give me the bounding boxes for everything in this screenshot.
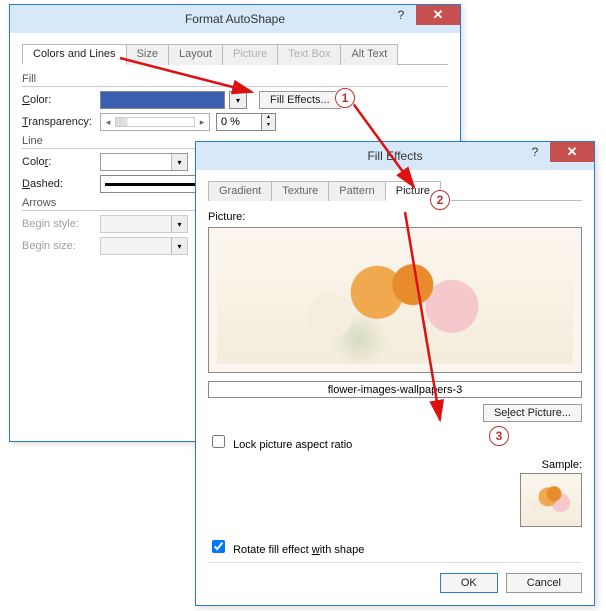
picture-label: Picture: (208, 211, 582, 223)
help-icon[interactable]: ? (520, 142, 550, 162)
callout-badge-3: 3 (489, 426, 509, 446)
tabs: Colors and Lines Size Layout Picture Tex… (22, 43, 448, 65)
flower-image (217, 236, 573, 364)
close-icon[interactable]: ✕ (416, 5, 460, 25)
begin-size-combo: ▾ (100, 237, 188, 255)
spin-down-icon[interactable]: ▾ (262, 122, 275, 130)
transparency-value[interactable]: 0 % ▴▾ (216, 113, 276, 131)
ok-button[interactable]: OK (440, 573, 498, 593)
tabs: Gradient Texture Pattern Picture (208, 180, 582, 201)
rotate-checkbox[interactable]: Rotate fill effect with shape (208, 544, 364, 556)
titlebar: Fill Effects ? ✕ (196, 142, 594, 170)
transparency-slider[interactable]: ◂ ▸ (100, 113, 210, 131)
select-picture-button[interactable]: Select Picture... (483, 404, 582, 422)
tab-texture[interactable]: Texture (271, 181, 329, 201)
transparency-label: Transparency: (22, 116, 100, 128)
titlebar: Format AutoShape ? ✕ (10, 5, 460, 33)
fill-effects-button[interactable]: Fill Effects... (259, 91, 341, 109)
section-fill: Fill (22, 73, 448, 87)
spin-up-icon[interactable]: ▴ (262, 114, 275, 122)
cancel-button[interactable]: Cancel (506, 573, 582, 593)
tab-alttext[interactable]: Alt Text (340, 44, 398, 65)
line-dashed-label: Dashed: (22, 178, 100, 190)
picture-preview (208, 227, 582, 373)
lock-aspect-input[interactable] (212, 435, 225, 448)
lock-aspect-checkbox[interactable]: Lock picture aspect ratio (208, 439, 352, 451)
line-color-label: Color: (22, 156, 100, 168)
close-icon[interactable]: ✕ (550, 142, 594, 162)
chevron-left-icon[interactable]: ◂ (103, 117, 113, 128)
callout-badge-2: 2 (430, 190, 450, 210)
help-icon[interactable]: ? (386, 5, 416, 25)
sample-label: Sample: (520, 459, 582, 471)
tab-colors-and-lines[interactable]: Colors and Lines (22, 44, 127, 65)
tab-layout[interactable]: Layout (168, 44, 223, 65)
fill-color-label: Color: (22, 94, 100, 106)
callout-badge-1: 1 (335, 88, 355, 108)
begin-style-combo: ▾ (100, 215, 188, 233)
tab-size[interactable]: Size (126, 44, 169, 65)
tab-gradient[interactable]: Gradient (208, 181, 272, 201)
rotate-input[interactable] (212, 540, 225, 553)
fill-color-dropdown[interactable]: ▾ (229, 91, 247, 109)
chevron-right-icon[interactable]: ▸ (197, 117, 207, 128)
fill-effects-dialog: Fill Effects ? ✕ Gradient Texture Patter… (195, 141, 595, 606)
sample-preview (520, 473, 582, 527)
picture-name: flower-images-wallpapers-3 (208, 381, 582, 398)
tab-picture: Picture (222, 44, 278, 65)
begin-size-label: Begin size: (22, 240, 100, 252)
fill-color-swatch[interactable] (100, 91, 225, 109)
line-color-combo[interactable]: ▾ (100, 153, 188, 171)
begin-style-label: Begin style: (22, 218, 100, 230)
tab-pattern[interactable]: Pattern (328, 181, 385, 201)
tab-textbox: Text Box (277, 44, 341, 65)
